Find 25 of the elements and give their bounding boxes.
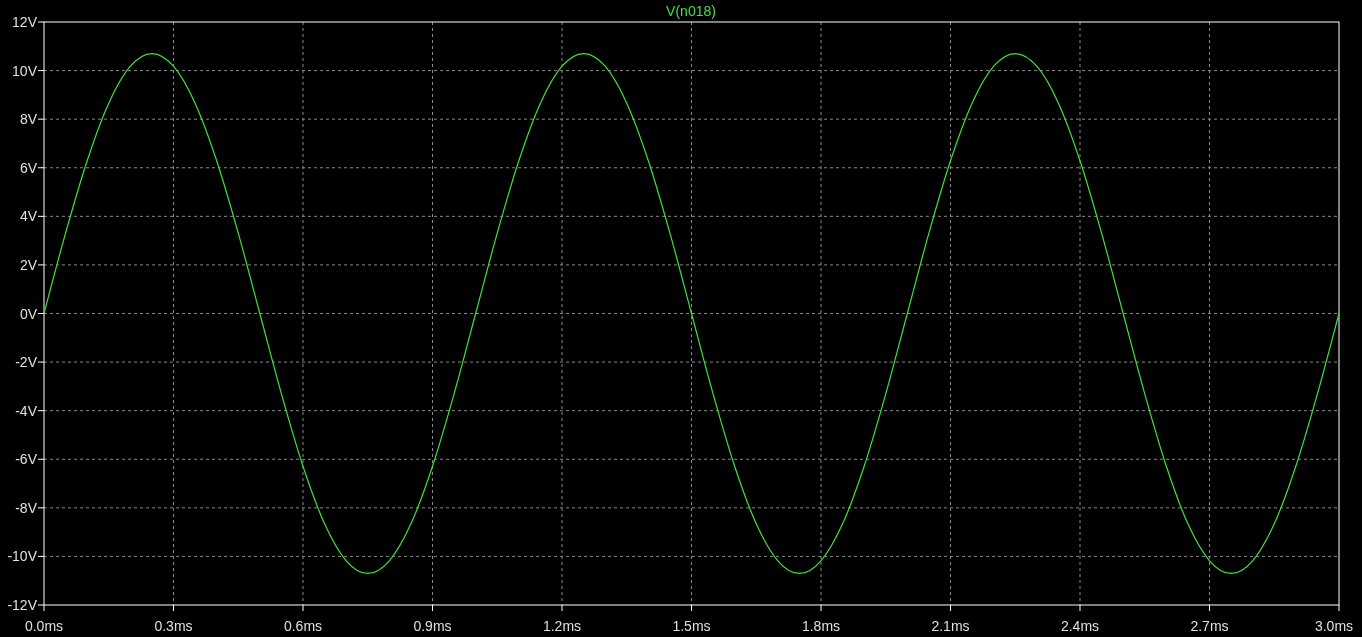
x-tick-label: 1.8ms — [801, 618, 841, 634]
y-tick-label: -4V — [15, 402, 37, 419]
y-tick-label: -12V — [7, 597, 37, 613]
y-tick-label: -6V — [15, 451, 37, 468]
y-tick-label: -8V — [15, 499, 37, 516]
x-tick-label: 0.6ms — [283, 618, 323, 634]
y-tick-label: 0V — [19, 305, 37, 322]
y-tick-label: 10V — [12, 62, 37, 79]
y-tick-label: 4V — [19, 208, 37, 225]
y-tick-label: -10V — [7, 548, 37, 565]
x-tick-label: 1.2ms — [542, 618, 582, 634]
y-tick-label: -2V — [15, 354, 37, 371]
trace-name: V(n018) — [666, 3, 716, 19]
y-tick-label: 8V — [19, 111, 37, 128]
y-tick-label: 12V — [12, 14, 37, 30]
x-tick-label: 0.3ms — [154, 618, 193, 634]
x-tick-label: 2.1ms — [931, 618, 970, 634]
x-tick-label: 3.0ms — [1314, 618, 1354, 634]
y-tick-label: 6V — [19, 159, 37, 176]
x-tick-label: 0.0ms — [24, 618, 64, 634]
x-tick-label: 2.4ms — [1060, 618, 1100, 634]
x-tick-label: 2.7ms — [1190, 618, 1229, 634]
x-tick-label: 0.9ms — [413, 618, 452, 634]
y-tick-label: 2V — [19, 256, 37, 273]
x-tick-label: 1.5ms — [672, 618, 711, 634]
